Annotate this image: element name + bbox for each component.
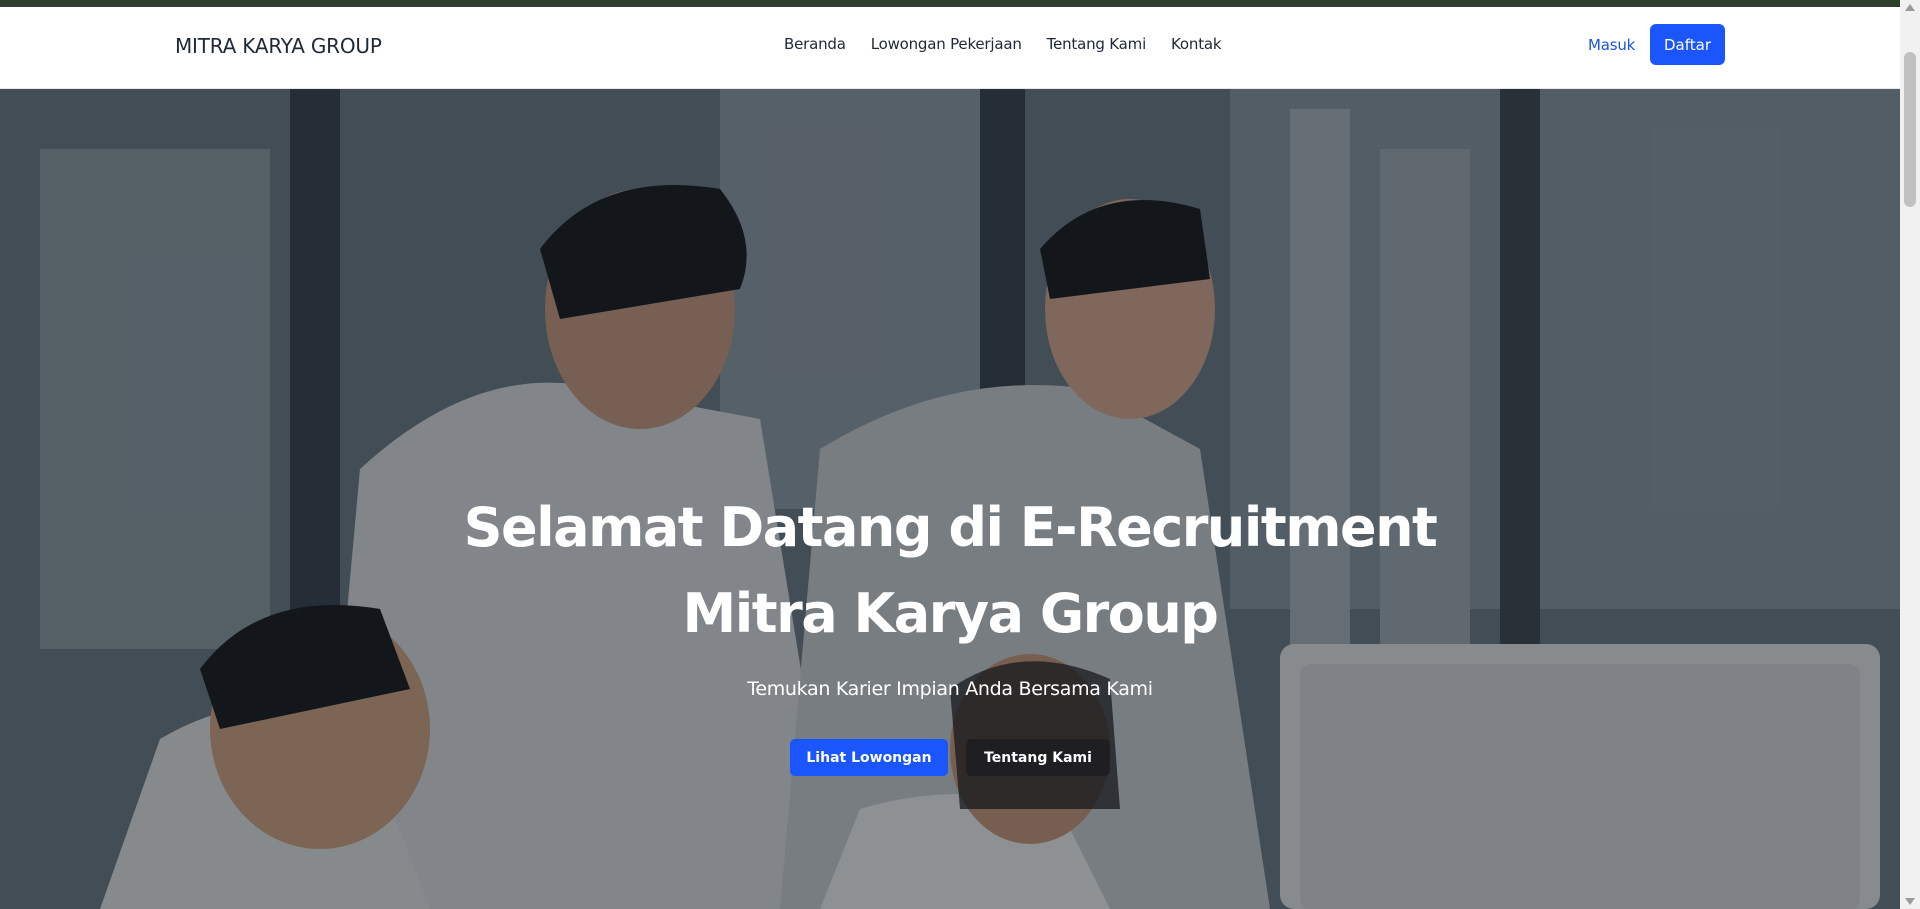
brand-logo[interactable]: MITRA KARYA GROUP: [175, 34, 382, 58]
hero-section: Selamat Datang di E-Recruitment Mitra Ka…: [0, 89, 1900, 909]
nav-link-kontak[interactable]: Kontak: [1171, 35, 1222, 53]
site-navbar: MITRA KARYA GROUP Beranda Lowongan Peker…: [0, 7, 1900, 89]
nav-link-tentang[interactable]: Tentang Kami: [1047, 35, 1147, 53]
scroll-down-arrow-icon[interactable]: [1905, 898, 1915, 905]
page-scrollbar[interactable]: [1900, 0, 1920, 909]
scroll-thumb[interactable]: [1904, 52, 1916, 207]
view-jobs-button[interactable]: Lihat Lowongan: [790, 739, 948, 776]
nav-link-lowongan[interactable]: Lowongan Pekerjaan: [871, 35, 1022, 53]
register-button[interactable]: Daftar: [1650, 24, 1725, 65]
main-nav: Beranda Lowongan Pekerjaan Tentang Kami …: [784, 35, 1222, 53]
hero-subtitle: Temukan Karier Impian Anda Bersama Kami: [747, 678, 1153, 700]
scroll-up-arrow-icon[interactable]: [1905, 4, 1915, 11]
nav-link-beranda[interactable]: Beranda: [784, 35, 846, 53]
login-link[interactable]: Masuk: [1588, 36, 1635, 54]
about-us-button[interactable]: Tentang Kami: [966, 739, 1110, 776]
hero-title-line-2: Mitra Karya Group: [682, 582, 1219, 645]
hero-title-line-1: Selamat Datang di E-Recruitment: [463, 496, 1438, 559]
browser-top-strip: [0, 0, 1920, 7]
